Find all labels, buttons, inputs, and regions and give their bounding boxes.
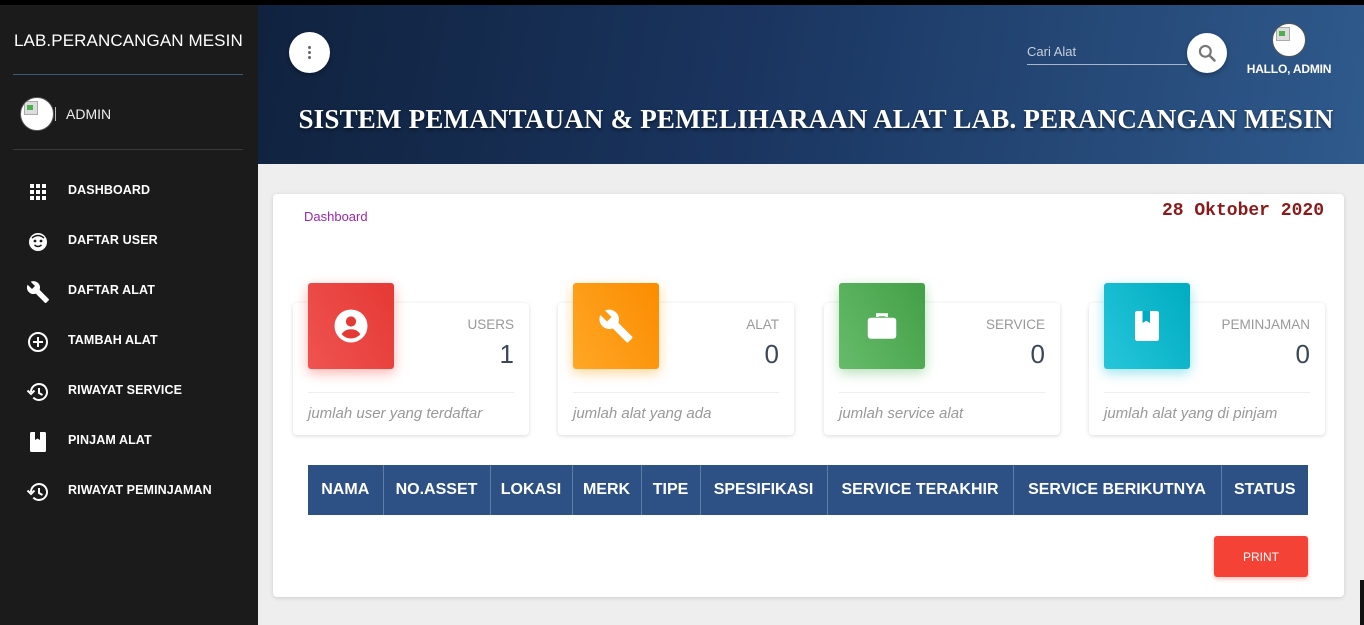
stat-card-footer: jumlah alat yang ada — [573, 405, 712, 422]
sidebar-user[interactable]: ADMIN — [20, 97, 111, 131]
card-divider — [308, 392, 514, 393]
stat-card-footer: jumlah service alat — [839, 405, 964, 422]
sidebar-item-pinjam-alat[interactable]: PINJAM ALAT — [0, 420, 258, 470]
sidebar-user-name: ADMIN — [66, 106, 112, 122]
sidebar-item-label: RIWAYAT PEMINJAMAN — [68, 483, 212, 497]
card-divider — [839, 392, 1045, 393]
sidebar-item-label: DASHBOARD — [68, 183, 151, 197]
stat-card-service: SERVICE 0 jumlah service alat — [824, 283, 1060, 435]
column-header-no-asset[interactable]: NO.ASSET — [383, 465, 491, 515]
more-vertical-icon — [308, 46, 311, 59]
menu-toggle-button[interactable] — [289, 32, 330, 73]
card-divider — [1104, 392, 1310, 393]
search-input[interactable] — [1027, 39, 1185, 63]
stat-card-peminjaman: PEMINJAMAN 0 jumlah alat yang di pinjam — [1089, 283, 1325, 435]
stat-card-value: 0 — [1295, 339, 1310, 369]
sidebar-item-riwayat-service[interactable]: RIWAYAT SERVICE — [0, 370, 258, 420]
avatar — [1272, 23, 1306, 57]
stat-card-alat: ALAT 0 jumlah alat yang ada — [558, 283, 794, 435]
history-icon — [26, 480, 50, 504]
profile-menu[interactable]: HALLO, ADMIN — [1246, 23, 1332, 76]
sidebar-item-label: DAFTAR ALAT — [68, 283, 155, 297]
sidebar-item-daftar-user[interactable]: DAFTAR USER — [0, 220, 258, 270]
wrench-icon — [26, 280, 50, 304]
add-circle-icon — [26, 330, 50, 354]
search-button[interactable] — [1187, 33, 1227, 73]
brand-title[interactable]: LAB.PERANCANGAN MESIN — [14, 31, 243, 51]
sidebar-item-tambah-alat[interactable]: TAMBAH ALAT — [0, 320, 258, 370]
sidebar: LAB.PERANCANGAN MESIN ADMIN DASHBOARD DA… — [0, 5, 258, 625]
breadcrumb[interactable]: Dashboard — [304, 209, 368, 224]
stat-card-category: USERS — [467, 317, 514, 332]
column-header-spesifikasi[interactable]: SPESIFIKASI — [700, 465, 828, 515]
stat-card-category: PEMINJAMAN — [1221, 317, 1310, 332]
stat-card-users: USERS 1 jumlah user yang terdaftar — [293, 283, 529, 435]
stat-card-footer: jumlah alat yang di pinjam — [1104, 405, 1278, 422]
search-field — [1027, 39, 1187, 65]
column-header-status[interactable]: STATUS — [1221, 465, 1308, 515]
sidebar-divider — [13, 149, 243, 150]
column-header-service-berikutnya[interactable]: SERVICE BERIKUTNYA — [1013, 465, 1222, 515]
print-button[interactable]: PRINT — [1214, 536, 1308, 577]
briefcase-icon — [839, 283, 925, 369]
sidebar-item-label: TAMBAH ALAT — [68, 333, 158, 347]
avatar — [20, 97, 54, 131]
stat-card-value: 1 — [499, 339, 514, 369]
search-icon — [1198, 44, 1216, 62]
stat-card-footer: jumlah user yang terdaftar — [308, 405, 483, 422]
column-header-merk[interactable]: MERK — [572, 465, 642, 515]
equipment-table: NAMA NO.ASSET LOKASI MERK TIPE SPESIFIKA… — [308, 465, 1308, 515]
window-edge — [1360, 580, 1364, 625]
current-date: 28 Oktober 2020 — [1161, 201, 1324, 221]
history-icon — [26, 380, 50, 404]
user-icon — [308, 283, 394, 369]
sidebar-divider — [13, 74, 243, 75]
stat-card-value: 0 — [764, 339, 779, 369]
book-icon — [26, 430, 50, 454]
sidebar-item-dashboard[interactable]: DASHBOARD — [0, 170, 258, 220]
stat-card-value: 0 — [1030, 339, 1045, 369]
sidebar-item-daftar-alat[interactable]: DAFTAR ALAT — [0, 270, 258, 320]
grid-icon — [26, 180, 50, 204]
sidebar-nav: DASHBOARD DAFTAR USER DAFTAR ALAT TAMBAH… — [0, 170, 258, 520]
avatar-divider — [55, 107, 56, 121]
header: HALLO, ADMIN SISTEM PEMANTAUAN & PEMELIH… — [258, 5, 1364, 164]
sidebar-item-label: DAFTAR USER — [68, 233, 158, 247]
wrench-icon — [573, 283, 659, 369]
column-header-service-terakhir[interactable]: SERVICE TERAKHIR — [827, 465, 1014, 515]
profile-greeting: HALLO, ADMIN — [1246, 62, 1332, 76]
column-header-nama[interactable]: NAMA — [308, 465, 384, 515]
face-icon — [26, 230, 50, 254]
column-header-lokasi[interactable]: LOKASI — [490, 465, 573, 515]
sidebar-item-riwayat-peminjaman[interactable]: RIWAYAT PEMINJAMAN — [0, 470, 258, 520]
stat-card-category: ALAT — [746, 317, 779, 332]
page-title: SISTEM PEMANTAUAN & PEMELIHARAAN ALAT LA… — [298, 104, 1334, 134]
card-divider — [573, 392, 779, 393]
table-header-row: NAMA NO.ASSET LOKASI MERK TIPE SPESIFIKA… — [308, 465, 1308, 515]
book-icon — [1104, 283, 1190, 369]
sidebar-item-label: PINJAM ALAT — [68, 433, 152, 447]
column-header-tipe[interactable]: TIPE — [641, 465, 701, 515]
stat-card-category: SERVICE — [985, 317, 1045, 332]
sidebar-item-label: RIWAYAT SERVICE — [68, 383, 183, 397]
